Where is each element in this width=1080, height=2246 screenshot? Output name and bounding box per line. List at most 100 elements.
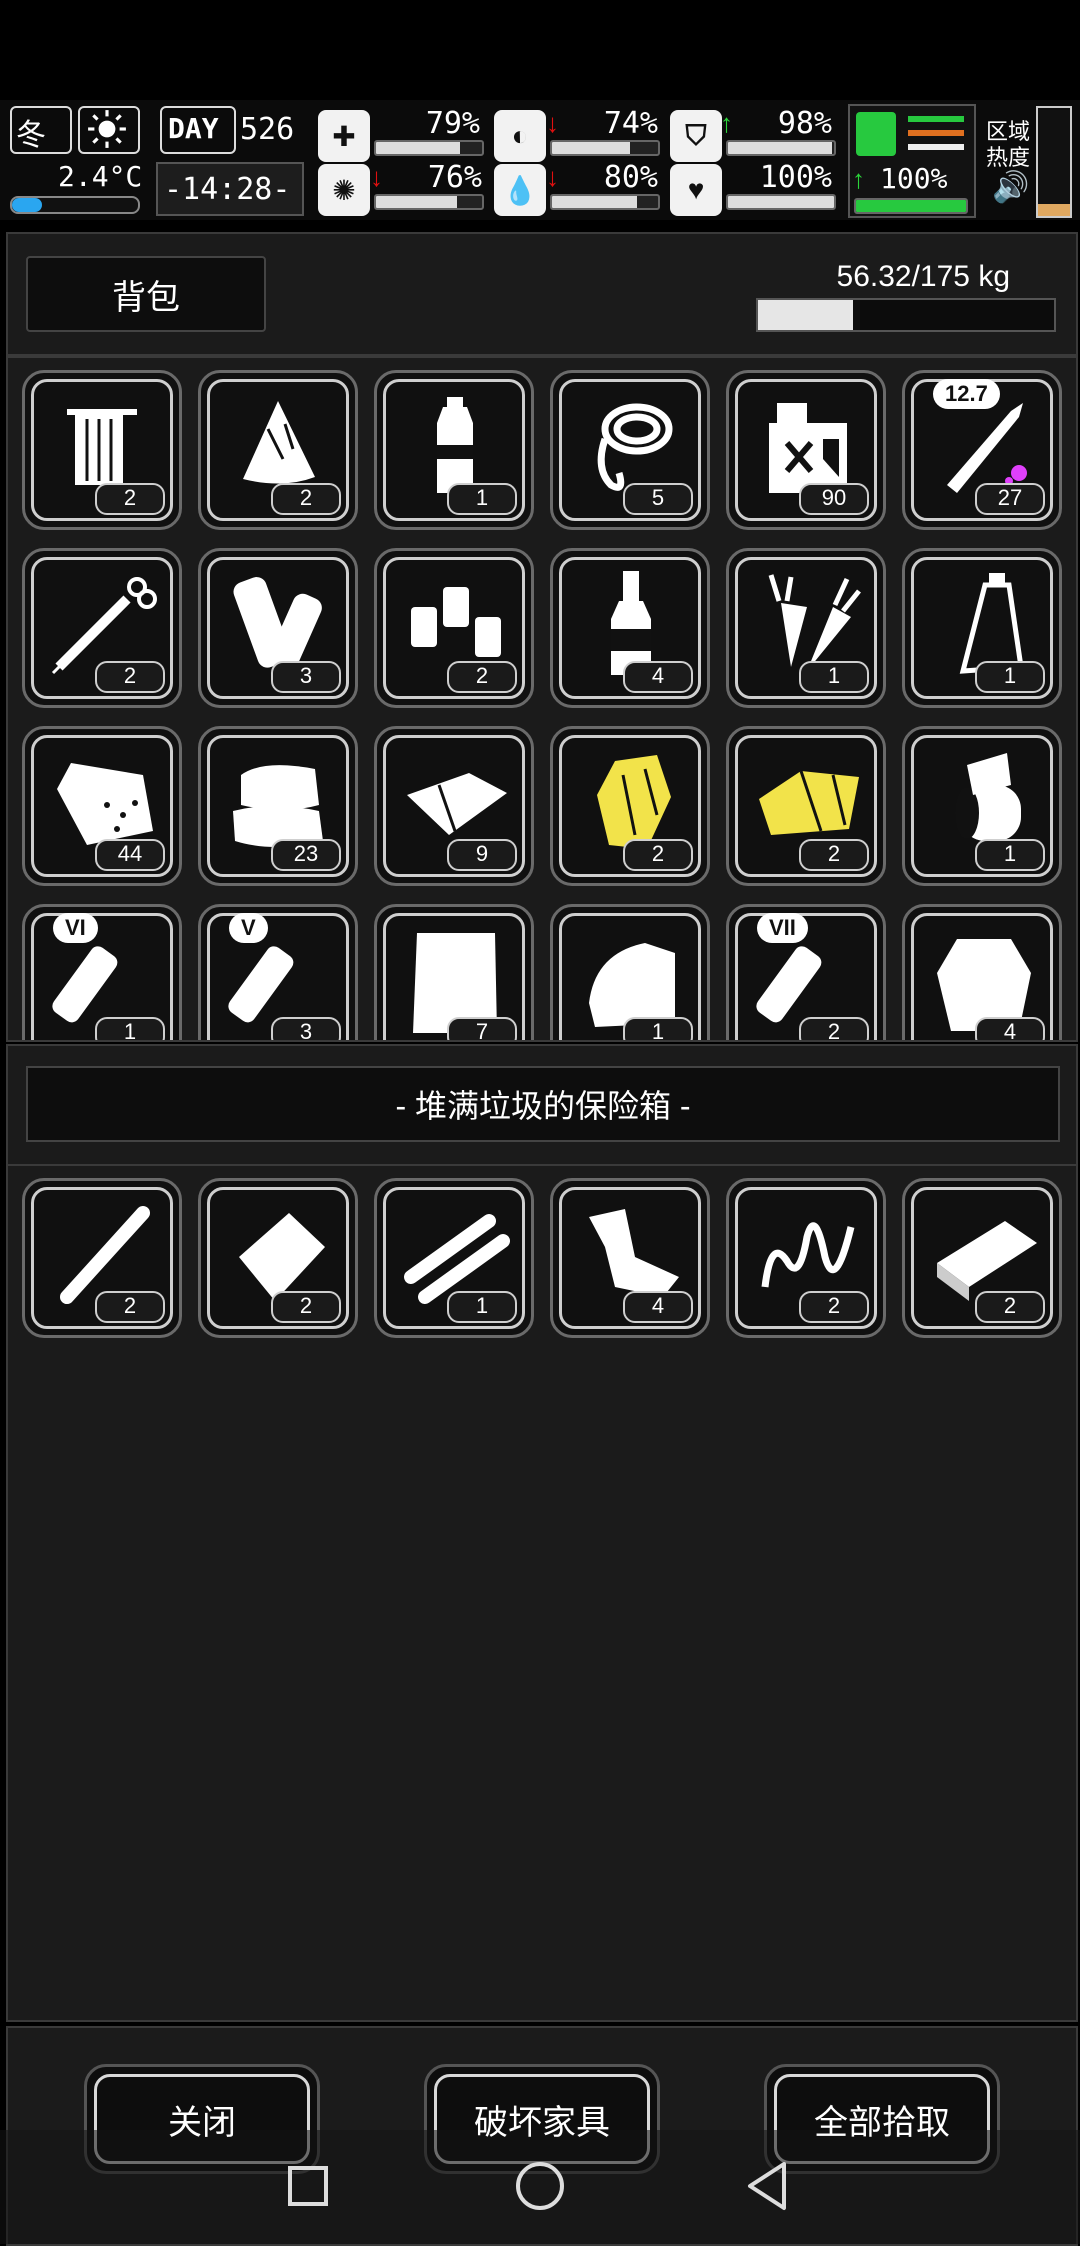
inventory-slot[interactable]: 4 [550, 1178, 710, 1338]
inventory-slot[interactable]: V3 [198, 904, 358, 1040]
zone-label-2: 热度 [986, 145, 1031, 170]
item-count: 1 [799, 661, 869, 693]
inventory-slot[interactable]: 2 [374, 548, 534, 708]
inventory-slot[interactable]: 1 [902, 726, 1062, 886]
item-count: 90 [799, 483, 869, 515]
day-label-box: DAY [160, 106, 236, 154]
item-count: 4 [623, 661, 693, 693]
item-count: 3 [271, 1017, 341, 1040]
armor-bar [726, 140, 836, 156]
water-value: 80% [603, 160, 658, 195]
inventory-slot[interactable]: 2 [726, 1178, 886, 1338]
backpack-title: 背包 [112, 278, 180, 317]
item-count: 23 [271, 839, 341, 871]
item-count: 2 [799, 1291, 869, 1323]
inventory-slot[interactable]: VI 1 [22, 904, 182, 1040]
backpack-header: 背包 56.32/175 kg [6, 232, 1078, 356]
inventory-slot[interactable]: 2 [198, 370, 358, 530]
mind-value: 76% [427, 160, 482, 195]
recent-apps-icon[interactable] [288, 2166, 328, 2206]
item-count: 2 [975, 1291, 1045, 1323]
stamina-bar [854, 198, 968, 214]
item-count: 1 [447, 483, 517, 515]
backpack-tab[interactable]: 背包 [26, 256, 266, 332]
temperature-readout: 2.4°C [58, 160, 143, 193]
mind-bar [374, 194, 484, 210]
item-count: 4 [623, 1291, 693, 1323]
weight-fill [758, 300, 853, 330]
stamina-trend-icon: ↑ [852, 164, 865, 194]
item-count: 27 [975, 483, 1045, 515]
inventory-slot[interactable]: 2 [726, 726, 886, 886]
inventory-slot[interactable]: 7 [374, 904, 534, 1040]
item-count: 2 [95, 1291, 165, 1323]
container-header: - 堆满垃圾的保险箱 - [6, 1044, 1078, 1166]
item-count: 2 [799, 839, 869, 871]
inventory-slot[interactable]: 1 [902, 548, 1062, 708]
close-button[interactable]: 关闭 [84, 2064, 320, 2174]
inventory-slot[interactable]: 2 [22, 548, 182, 708]
inventory-slot[interactable]: 3 [198, 548, 358, 708]
stomach-bar [550, 140, 660, 156]
armor-value: 98% [777, 106, 832, 141]
health-fill [376, 142, 460, 154]
inventory-slot[interactable]: 2 [22, 1178, 182, 1338]
weight-bar [756, 298, 1056, 332]
inventory-slot[interactable]: 9 [374, 726, 534, 886]
item-count: 2 [799, 1017, 869, 1040]
heart-bar [726, 194, 836, 210]
inventory-slot[interactable]: 1 [374, 1178, 534, 1338]
clock: -14:28- [156, 162, 304, 216]
inventory-slot[interactable]: 2 [22, 370, 182, 530]
item-count: 2 [623, 839, 693, 871]
inventory-slot[interactable]: 44 [22, 726, 182, 886]
inventory-slot[interactable]: 23 [198, 726, 358, 886]
zone-heat-meter [1036, 106, 1072, 218]
item-count: 3 [271, 661, 341, 693]
inventory-slot[interactable]: 2 [550, 726, 710, 886]
inventory-slot[interactable]: 12.7 27 [902, 370, 1062, 530]
day-counter: 526 [240, 112, 295, 147]
inventory-slot[interactable]: 4 [550, 548, 710, 708]
item-count: 44 [95, 839, 165, 871]
inventory-slot[interactable]: VII 2 [726, 904, 886, 1040]
inventory-slot[interactable]: 2 [198, 1178, 358, 1338]
container-title-box: - 堆满垃圾的保险箱 - [26, 1066, 1060, 1142]
item-count: 1 [975, 661, 1045, 693]
item-count: 1 [95, 1017, 165, 1040]
item-tag: V [229, 913, 268, 943]
stamina-value: 100% [880, 162, 948, 195]
item-count: 1 [975, 839, 1045, 871]
inventory-slot[interactable]: 1 [726, 548, 886, 708]
health-bar [374, 140, 484, 156]
inventory-slot[interactable]: 90 [726, 370, 886, 530]
weight-readout: 56.32/175 kg [836, 260, 1010, 293]
inventory-slot[interactable]: 1 [374, 370, 534, 530]
take-all-button[interactable]: 全部拾取 [764, 2064, 1000, 2174]
inventory-slot[interactable]: 5 [550, 370, 710, 530]
item-count: 2 [271, 483, 341, 515]
container-grid: 2 2 1 4 2 2 [6, 1164, 1078, 2022]
sun-icon [78, 106, 140, 154]
container-title: - 堆满垃圾的保险箱 - [395, 1088, 691, 1124]
health-value: 79% [425, 106, 480, 141]
item-tag: VII [757, 913, 808, 943]
status-hud: 冬 2.4°C DAY 526 -14:28- ✚ 79% ◐ ↓ 74% ⛉ … [0, 100, 1080, 220]
item-tag: VI [53, 913, 98, 943]
day-label: DAY [168, 112, 219, 145]
item-count: 9 [447, 839, 517, 871]
item-count: 2 [95, 483, 165, 515]
destroy-furniture-button[interactable]: 破坏家具 [424, 2064, 660, 2174]
backpack-grid: 2 2 1 5 90 12.7 27 2 3 2 4 1 1 44 23 9 2 2 1 VI 1 V 3 7 1 VII 2 4 [6, 356, 1078, 1042]
stamina-panel: ↑ 100% [848, 104, 976, 218]
item-count: 1 [623, 1017, 693, 1040]
stomach-value: 74% [603, 106, 658, 141]
destroy-button-label: 破坏家具 [474, 2103, 610, 2142]
item-count: 7 [447, 1017, 517, 1040]
item-count: 2 [447, 661, 517, 693]
time-readout: -14:28- [164, 172, 291, 207]
inventory-slot[interactable]: 2 [902, 1178, 1062, 1338]
inventory-slot[interactable]: 1 [550, 904, 710, 1040]
inventory-slot[interactable]: 4 [902, 904, 1062, 1040]
speaker-icon[interactable]: 🔊 [992, 170, 1029, 205]
